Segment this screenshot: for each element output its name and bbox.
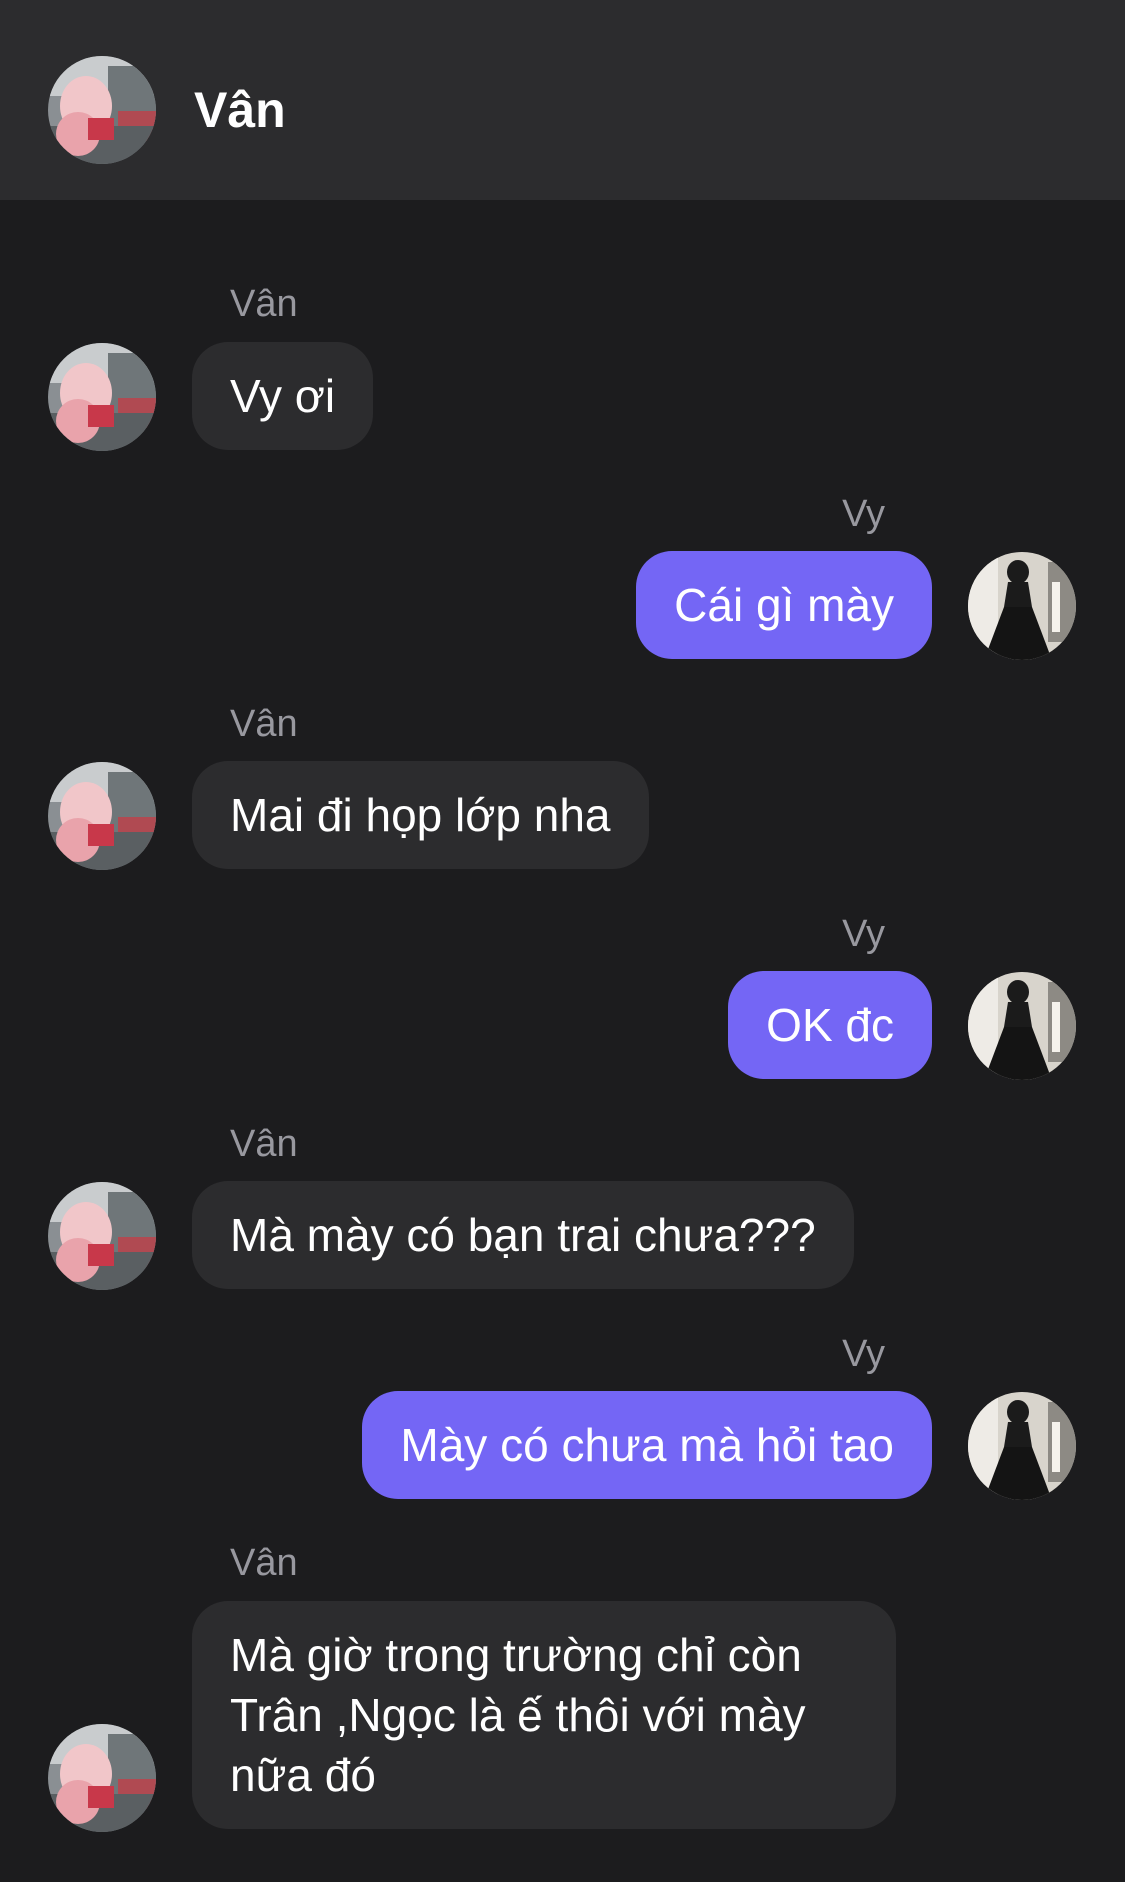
sender-avatar[interactable] [48, 1724, 156, 1832]
sender-name: Vy [842, 493, 885, 535]
sender-name: Vy [842, 1333, 885, 1375]
message-bubble-incoming[interactable]: Vy ơi [192, 342, 374, 450]
message-bubble-incoming[interactable]: Mà giờ trong trường chỉ còn Trân ,Ngọc l… [192, 1601, 896, 1829]
avatar-photo-icon [48, 56, 156, 164]
avatar-photo-icon [968, 1392, 1076, 1500]
avatar-photo-icon [968, 972, 1076, 1080]
own-avatar[interactable] [968, 1392, 1076, 1500]
chat-header: Vân [0, 0, 1125, 200]
sender-name: Vân [230, 1123, 298, 1165]
avatar-photo-icon [48, 1182, 156, 1290]
sender-name: Vy [842, 913, 885, 955]
avatar-photo-icon [968, 552, 1076, 660]
message-bubble-outgoing[interactable]: Cái gì mày [636, 551, 932, 659]
sender-avatar[interactable] [48, 343, 156, 451]
contact-name[interactable]: Vân [194, 80, 286, 140]
own-avatar[interactable] [968, 552, 1076, 660]
sender-avatar[interactable] [48, 762, 156, 870]
avatar-photo-icon [48, 1724, 156, 1832]
avatar-photo-icon [48, 762, 156, 870]
sender-name: Vân [230, 703, 298, 745]
message-bubble-outgoing[interactable]: OK đc [728, 971, 932, 1079]
avatar-photo-icon [48, 343, 156, 451]
sender-name: Vân [230, 283, 298, 325]
sender-avatar[interactable] [48, 1182, 156, 1290]
contact-avatar[interactable] [48, 56, 156, 164]
message-bubble-outgoing[interactable]: Mày có chưa mà hỏi tao [362, 1391, 932, 1499]
own-avatar[interactable] [968, 972, 1076, 1080]
message-bubble-incoming[interactable]: Mà mày có bạn trai chưa??? [192, 1181, 854, 1289]
sender-name: Vân [230, 1542, 298, 1584]
message-bubble-incoming[interactable]: Mai đi họp lớp nha [192, 761, 649, 869]
